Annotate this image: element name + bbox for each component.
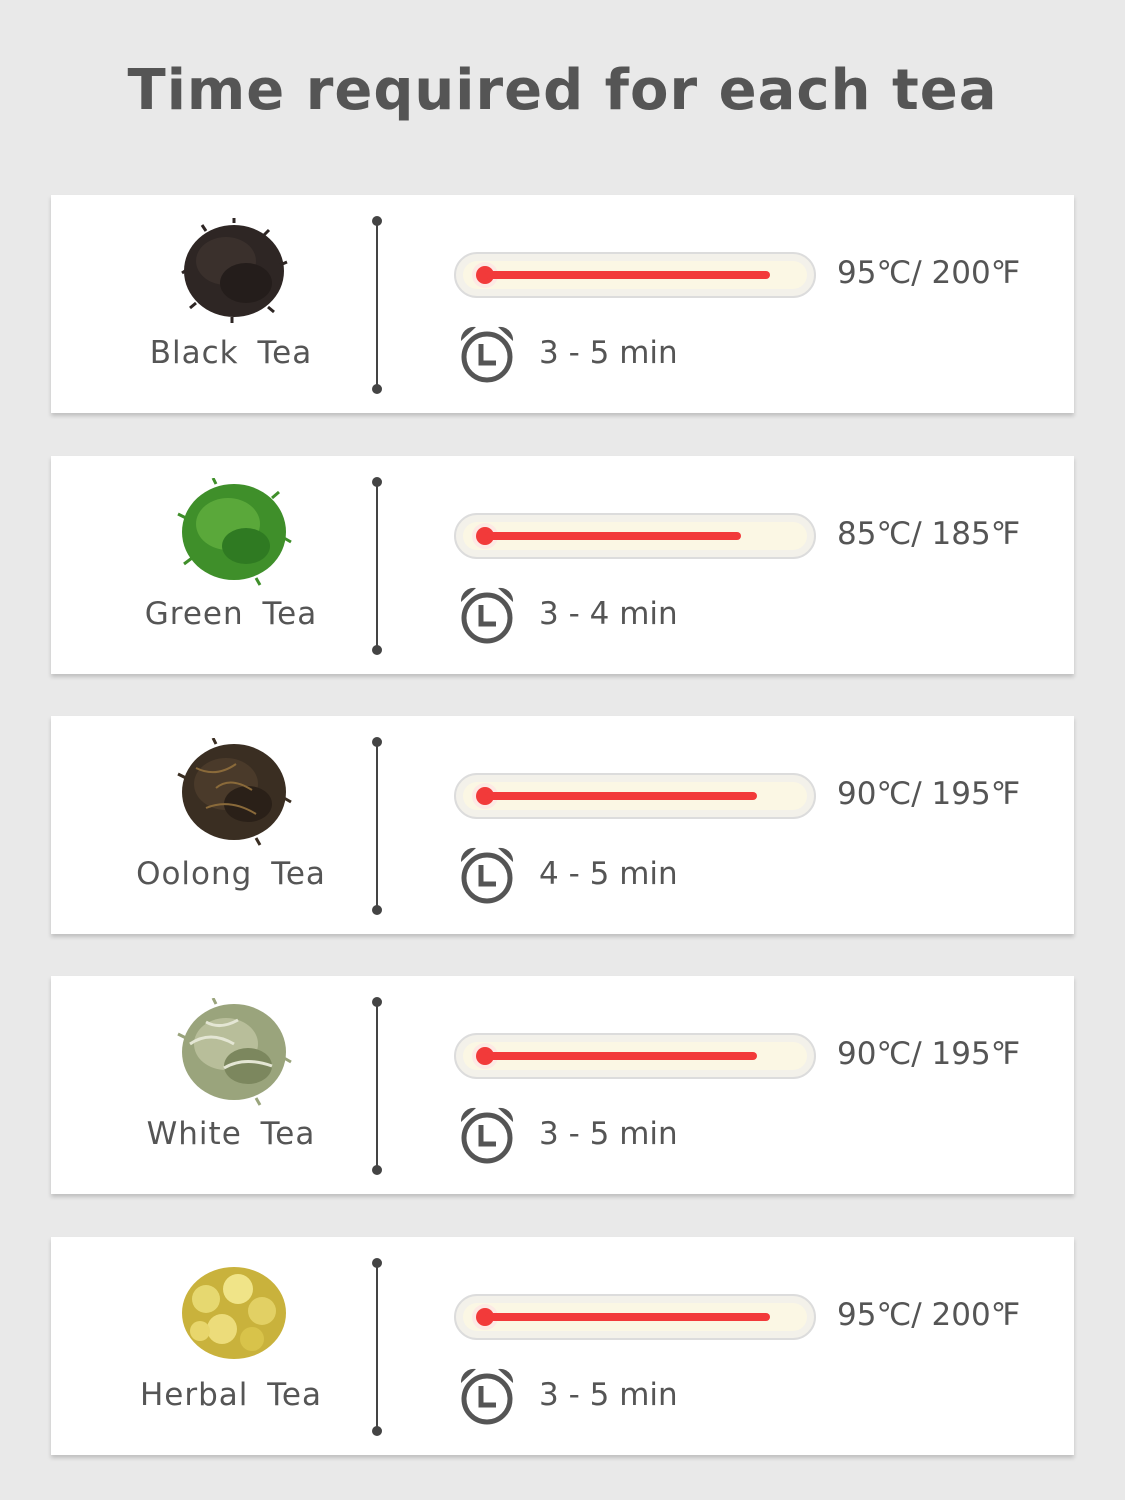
tea-name: Herbal Tea [139, 1377, 322, 1413]
divider [372, 737, 382, 915]
alarm-clock-icon [460, 587, 514, 644]
time-text: 3 - 5 min [539, 1116, 678, 1152]
thermometer-mercury [485, 532, 741, 540]
thermometer-icon [454, 1294, 816, 1340]
time-text: 3 - 5 min [539, 335, 678, 371]
alarm-clock-icon [460, 326, 514, 383]
green-tea-leaves-icon [177, 478, 292, 586]
temperature-text: 95℃/ 200℉ [837, 1297, 1021, 1333]
divider [372, 216, 382, 394]
thermometer-icon [454, 773, 816, 819]
tea-card-green: Green Tea 85℃/ 185℉ 3 - 4 min [51, 456, 1074, 674]
temperature-text: 90℃/ 195℉ [837, 776, 1021, 812]
temperature-text: 90℃/ 195℉ [837, 1036, 1021, 1072]
tea-card-oolong: Oolong Tea 90℃/ 195℉ 4 - 5 min [51, 716, 1074, 934]
thermometer-mercury [485, 792, 757, 800]
black-tea-leaves-icon [181, 218, 288, 323]
temperature-text: 95℃/ 200℉ [837, 255, 1021, 291]
thermometer-mercury [485, 271, 770, 279]
divider [372, 997, 382, 1175]
tea-name: Black Tea [149, 335, 313, 371]
tea-card-herbal: Herbal Tea 95℃/ 200℉ 3 - 5 min [51, 1237, 1074, 1455]
tea-card-black: Black Tea 95℃/ 200℉ 3 - 5 min [51, 195, 1074, 413]
white-tea-leaves-icon [177, 998, 292, 1106]
page-title: Time required for each tea [127, 58, 998, 123]
time-text: 3 - 4 min [539, 596, 678, 632]
thermometer-icon [454, 1033, 816, 1079]
thermometer-mercury [485, 1313, 770, 1321]
time-text: 4 - 5 min [539, 856, 678, 892]
tea-card-white: White Tea 90℃/ 195℉ 3 - 5 min [51, 976, 1074, 1194]
divider [372, 477, 382, 655]
herbal-tea-flowers-icon [182, 1267, 286, 1359]
tea-name: Oolong Tea [136, 856, 326, 892]
alarm-clock-icon [460, 1107, 514, 1164]
thermometer-mercury [485, 1052, 757, 1060]
thermometer-icon [454, 513, 816, 559]
alarm-clock-icon [460, 1368, 514, 1425]
tea-name: White Tea [146, 1116, 316, 1152]
divider [372, 1258, 382, 1436]
time-text: 3 - 5 min [539, 1377, 678, 1413]
alarm-clock-icon [460, 847, 514, 904]
tea-name: Green Tea [144, 596, 318, 632]
oolong-tea-leaves-icon [177, 738, 292, 846]
temperature-text: 85℃/ 185℉ [837, 516, 1021, 552]
thermometer-icon [454, 252, 816, 298]
